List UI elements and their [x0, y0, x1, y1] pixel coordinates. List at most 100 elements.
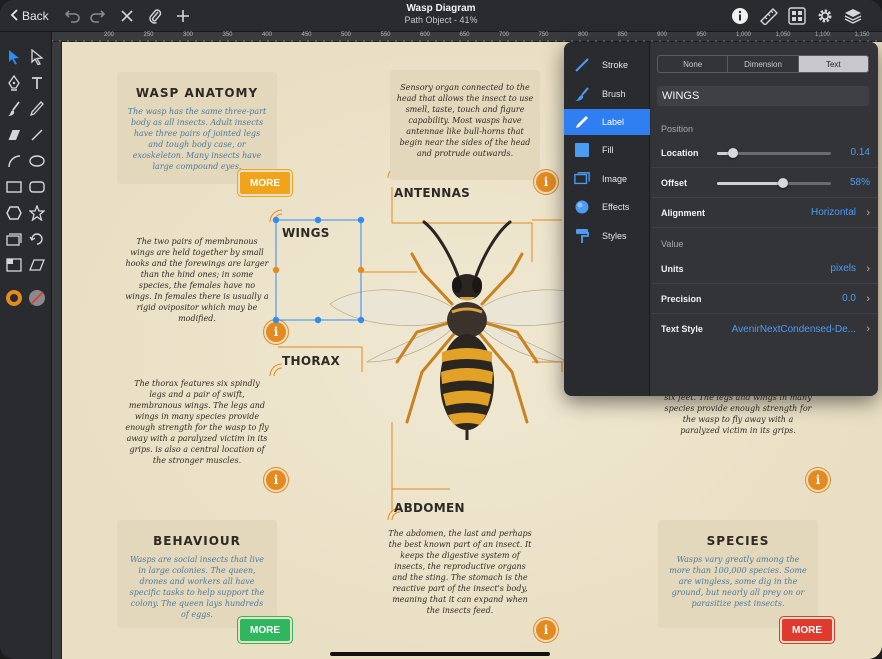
app-window: Back Wasp Diagram Path Object - 41% 200 …: [0, 0, 882, 659]
ruler-tick-label: 350: [222, 32, 233, 38]
table-tool[interactable]: [3, 254, 25, 276]
antennas-text-block[interactable]: Sensory organ connected to the head that…: [390, 70, 540, 180]
alignment-row[interactable]: Alignment Horizontal ›: [651, 198, 878, 228]
species-more-button[interactable]: MORE: [782, 619, 832, 641]
ellipse-tool[interactable]: [26, 150, 48, 172]
attach-button[interactable]: [146, 5, 164, 27]
text-style-row[interactable]: Text Style AvenirNextCondensed-De... ›: [651, 314, 878, 344]
offset-value: 58%: [849, 177, 870, 188]
legs-text-block[interactable]: six feet. The legs and wings in many spe…: [658, 392, 818, 452]
layers-button[interactable]: [842, 5, 864, 27]
behaviour-text: Wasps are social insects that live in la…: [129, 555, 265, 619]
add-button[interactable]: [174, 5, 192, 27]
rectangle-tool[interactable]: [3, 176, 25, 198]
units-label: Units: [661, 263, 684, 274]
thorax-info-button[interactable]: i: [266, 470, 286, 490]
undo-icon: [64, 10, 80, 23]
select-tool[interactable]: [3, 46, 25, 68]
location-slider[interactable]: [717, 148, 831, 158]
image-tool[interactable]: [3, 228, 25, 250]
tab-label-label: Label: [602, 117, 625, 127]
line-tool[interactable]: [26, 124, 48, 146]
redo-button[interactable]: [88, 5, 108, 27]
antennas-label[interactable]: ANTENNAS: [394, 186, 470, 200]
chevron-right-icon: ›: [866, 292, 870, 305]
delete-button[interactable]: [118, 5, 136, 27]
layers-icon: [844, 9, 862, 24]
settings-button[interactable]: [814, 5, 836, 27]
label-text-field[interactable]: WINGS: [657, 86, 869, 106]
ruler-tick-label: 500: [341, 32, 352, 38]
segment-none[interactable]: None: [658, 56, 729, 72]
home-indicator: [330, 652, 550, 656]
ruler-tick-label: 750: [538, 32, 549, 38]
photos-icon: [6, 233, 22, 246]
layout-button[interactable]: [786, 5, 808, 27]
pen-tool[interactable]: [3, 72, 25, 94]
ruler-button[interactable]: [758, 5, 780, 27]
precision-value: 0.0: [842, 293, 856, 304]
segment-text[interactable]: Text: [798, 56, 868, 72]
alignment-label: Alignment: [661, 207, 705, 218]
vertical-ruler[interactable]: [52, 42, 62, 659]
offset-slider-knob[interactable]: [778, 178, 789, 188]
eraser-tool[interactable]: [3, 124, 25, 146]
tab-label[interactable]: Label: [564, 109, 650, 135]
tab-stroke[interactable]: Stroke: [564, 52, 650, 78]
location-value: 0.14: [850, 147, 870, 158]
anatomy-card[interactable]: WASP ANATOMY The wasp has the same three…: [117, 72, 277, 184]
offset-slider[interactable]: [717, 178, 831, 188]
stroke-color-well[interactable]: [3, 287, 25, 309]
undo-button[interactable]: [62, 5, 82, 27]
chevron-right-icon: ›: [866, 262, 870, 275]
horizontal-ruler[interactable]: 200 250 300 350 400 450 500 550 600 650 700 750 800 8…: [52, 32, 882, 42]
paperclip-icon: [149, 9, 162, 24]
selection-handles[interactable]: [272, 214, 372, 324]
units-row[interactable]: Units pixels ›: [651, 254, 878, 284]
tab-fill[interactable]: Fill: [564, 137, 650, 163]
tab-styles[interactable]: Styles: [564, 223, 650, 249]
thorax-text-block[interactable]: The thorax features six spindly legs and…: [117, 372, 277, 477]
polygon-tool[interactable]: [3, 202, 25, 224]
tab-image[interactable]: Image: [564, 166, 650, 192]
ruler-tick-label: 950: [696, 32, 707, 38]
rotate-icon: [29, 233, 43, 245]
ruler-tick-label: 250: [143, 32, 154, 38]
location-slider-knob[interactable]: [727, 148, 738, 158]
precision-row[interactable]: Precision 0.0 ›: [651, 284, 878, 314]
back-button[interactable]: Back: [10, 5, 49, 27]
ruler-tick-label: 700: [499, 32, 510, 38]
species-card[interactable]: SPECIES Wasps vary greatly among the mor…: [658, 520, 818, 628]
tab-brush[interactable]: Brush: [564, 81, 650, 107]
behaviour-card[interactable]: BEHAVIOUR Wasps are social insects that …: [117, 520, 277, 628]
star-tool[interactable]: [26, 202, 48, 224]
fill-color-well[interactable]: [26, 287, 48, 309]
anatomy-title: WASP ANATOMY: [135, 86, 259, 100]
skew-tool[interactable]: [26, 254, 48, 276]
direct-select-tool[interactable]: [26, 46, 48, 68]
wings-text-block[interactable]: The two pairs of membranous wings are he…: [117, 222, 277, 323]
star-icon: [29, 205, 45, 221]
wings-info-button[interactable]: i: [266, 322, 286, 342]
ruler-tick-label: 850: [617, 32, 628, 38]
tab-effects[interactable]: Effects: [564, 194, 650, 220]
thorax-description: The thorax features six spindly legs and…: [125, 379, 269, 465]
behaviour-more-button[interactable]: MORE: [240, 619, 290, 641]
text-tool[interactable]: [26, 72, 48, 94]
no-fill-swatch-icon: [29, 290, 45, 306]
rounded-rect-tool[interactable]: [26, 176, 48, 198]
rectangle-icon: [6, 181, 22, 193]
effects-circle-icon: [574, 199, 590, 215]
arc-tool[interactable]: [3, 150, 25, 172]
pencil-tool[interactable]: [26, 98, 48, 120]
antennas-info-button[interactable]: i: [536, 172, 556, 192]
antennas-description: Sensory organ connected to the head that…: [396, 83, 534, 158]
abdomen-info-button[interactable]: i: [536, 620, 556, 640]
abdomen-text-block[interactable]: The abdomen, the last and perhaps the be…: [380, 520, 540, 632]
segment-dimension[interactable]: Dimension: [728, 56, 799, 72]
brush-tool[interactable]: [3, 98, 25, 120]
rotate-tool[interactable]: [26, 228, 48, 250]
legs-info-button[interactable]: i: [808, 470, 828, 490]
info-button[interactable]: [730, 5, 750, 27]
anatomy-more-button[interactable]: MORE: [240, 172, 290, 194]
